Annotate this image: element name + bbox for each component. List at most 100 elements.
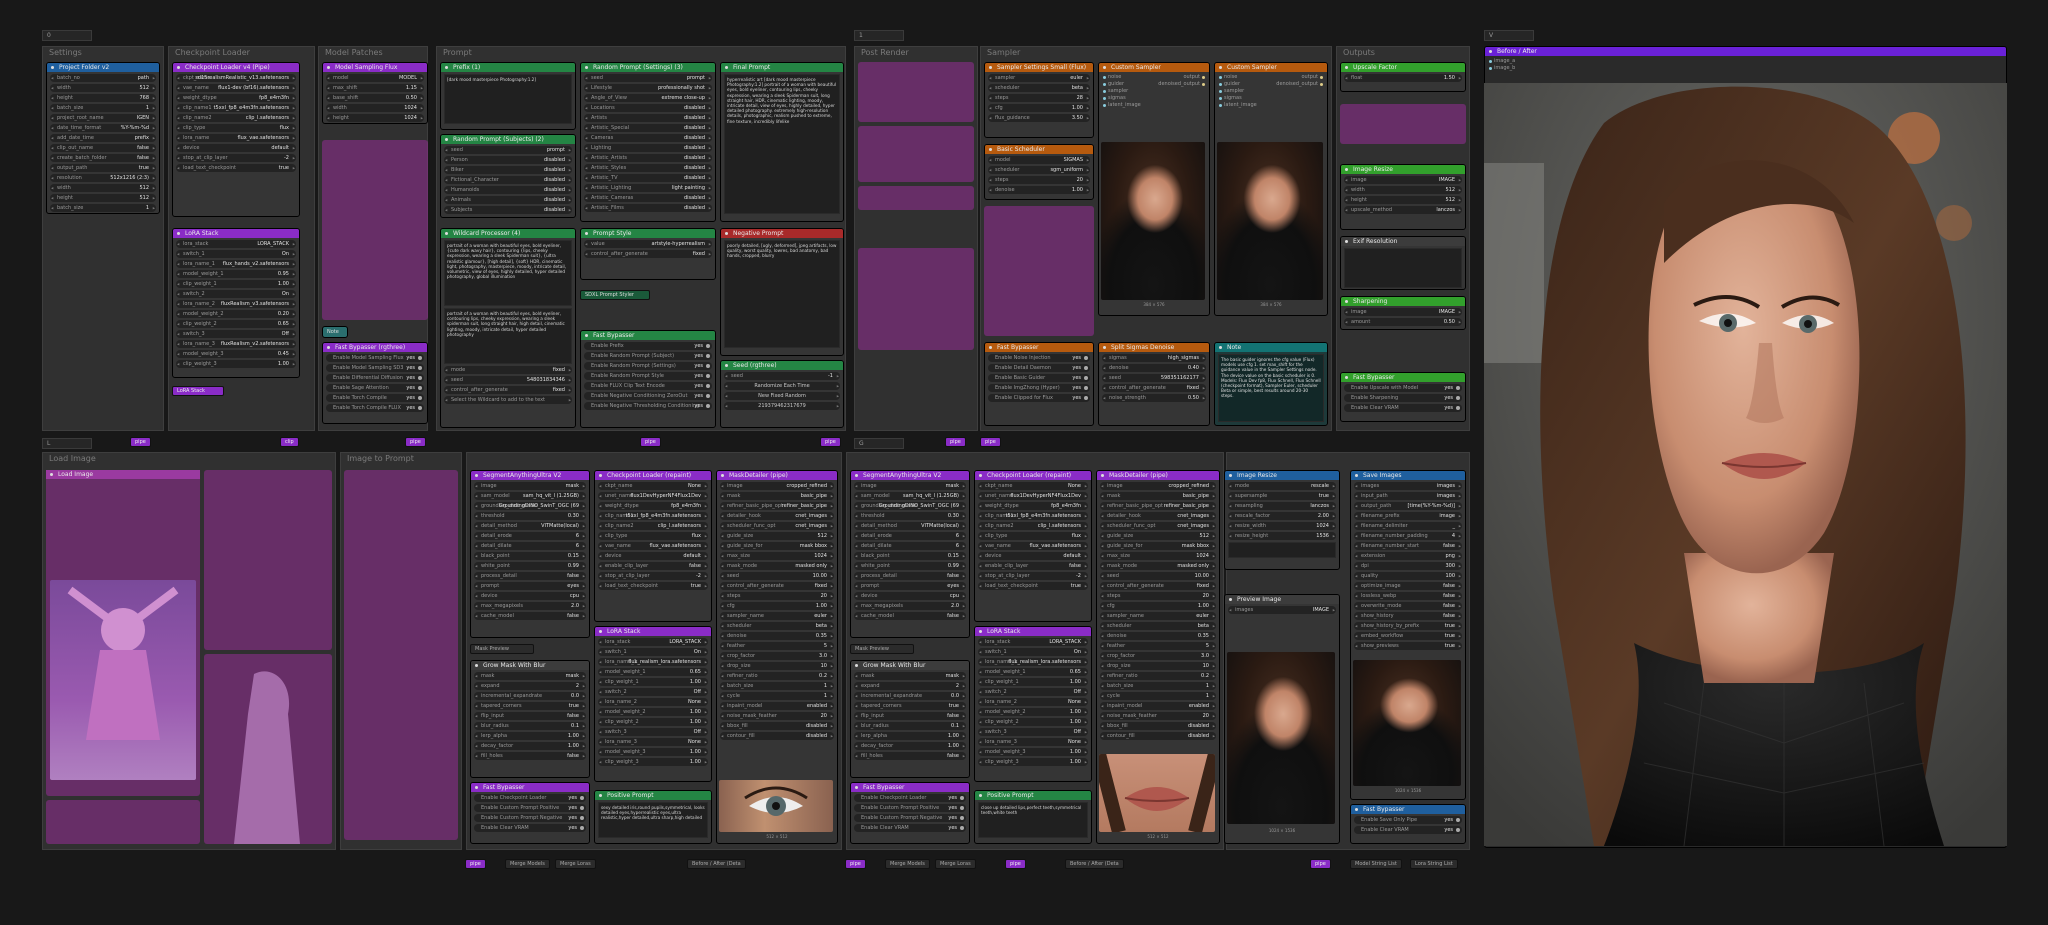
widget-row[interactable]: image IMAGE <box>1344 176 1462 184</box>
widget-row[interactable]: switch_2 Off <box>598 688 708 696</box>
widget-row[interactable]: show_history false <box>1354 612 1462 620</box>
toggle-row[interactable]: Enable Clear VRAM yes <box>854 824 966 832</box>
toggle-row[interactable]: Enable Model Sampling SD3 yes <box>326 364 424 372</box>
widget-row[interactable]: seed prompt <box>584 74 712 82</box>
widget-row[interactable]: model_weight_2 1.00 <box>598 708 708 716</box>
widget-row[interactable]: mask basic_pipe <box>1100 492 1216 500</box>
widget-row[interactable]: seed 598351162177 <box>1102 374 1206 382</box>
output-socket[interactable]: output <box>1184 74 1205 81</box>
random-prompt-subjects-node[interactable]: Random Prompt (Subjects) (2) seed prompt P… <box>440 134 576 218</box>
widget-row[interactable]: show_history_by_prefix true <box>1354 622 1462 630</box>
widget-row[interactable]: float 1.50 <box>1344 74 1462 82</box>
widget-row[interactable]: lora_name_2 None <box>978 698 1088 706</box>
widget-row[interactable]: Artists disabled <box>584 114 712 122</box>
widget-row[interactable]: scheduler beta <box>1100 622 1216 630</box>
positive-prompt-node-b[interactable]: Positive Prompt close up detailed lips,p… <box>974 790 1092 844</box>
widget-row[interactable]: quality 100 <box>1354 572 1462 580</box>
widget-row[interactable]: process_detail false <box>474 572 586 580</box>
sampler-preview-1[interactable] <box>1101 142 1205 300</box>
toggle-row[interactable]: Enable Custom Prompt Positive yes <box>474 804 586 812</box>
widget-row[interactable]: height 1024 <box>326 114 424 122</box>
negative-prompt-text[interactable]: poorly detailed, [ugly, deformed], jpeg … <box>724 240 840 348</box>
widget-row[interactable]: sampler euler <box>988 74 1090 82</box>
widget-row[interactable]: inpaint_model enabled <box>720 702 834 710</box>
toggle-row[interactable]: Enable Custom Prompt Negative yes <box>474 814 586 822</box>
fast-bypasser-patches[interactable]: Fast Bypasser (rgthree) Enable Model Sam… <box>322 342 428 424</box>
grow-mask-node-a[interactable]: Grow Mask With Blur mask mask expand 2 incre… <box>470 660 590 778</box>
widget-row[interactable]: resolution 512x1216 (2:3) <box>50 174 156 182</box>
input-socket[interactable]: sampler <box>1218 88 1244 95</box>
widget-row[interactable]: incremental_expandrate 0.0 <box>854 692 966 700</box>
widget-row[interactable]: decay_factor 1.00 <box>474 742 586 750</box>
mask-detailer-node-a[interactable]: MaskDetailer (pipe) image cropped_refined… <box>716 470 838 844</box>
widget-row[interactable]: Lighting disabled <box>584 144 712 152</box>
toggle-row[interactable]: Enable Random Prompt (Subject) yes <box>584 352 712 360</box>
widget-row[interactable]: max_size 1024 <box>1100 552 1216 560</box>
widget-row[interactable]: vae_name flux_vae.safetensors <box>978 542 1088 550</box>
fast-bypasser-sampler[interactable]: Fast Bypasser Enable Noise Injection yes E… <box>984 342 1094 426</box>
wildcard-processor-node[interactable]: Wildcard Processor (4) portrait of a wom… <box>440 228 576 428</box>
widget-row[interactable]: clip_name2 clip_l.safetensors <box>176 114 296 122</box>
loaded-image-preview[interactable] <box>50 580 196 780</box>
widget-row[interactable]: detail_dilate 6 <box>474 542 586 550</box>
widget-row[interactable]: Subjects disabled <box>444 206 572 214</box>
widget-row[interactable]: detail_method VITMatte(local) <box>854 522 966 530</box>
widget-row[interactable]: clip_weight_2 0.65 <box>176 320 296 328</box>
widget-row[interactable]: drop_size 10 <box>1100 662 1216 670</box>
output-socket[interactable]: denoised_output <box>1276 81 1323 88</box>
widget-row[interactable]: project_root_name IGEN <box>50 114 156 122</box>
widget-row[interactable]: output_path [time(%Y-%m-%d)] <box>1354 502 1462 510</box>
lora-stack-node-b[interactable]: LoRA Stack lora_stack LORA_STACK switch_1 O… <box>974 626 1092 782</box>
widget-row[interactable]: width 512 <box>50 84 156 92</box>
widget-row[interactable]: extension png <box>1354 552 1462 560</box>
widget-row[interactable]: scheduler_func_opt cnet_images <box>1100 522 1216 530</box>
model-sampling-flux-node[interactable]: Model Sampling Flux model MODEL max_shift 1… <box>322 62 428 124</box>
note-sampler-node[interactable]: Note The basic guider ignores the cfg va… <box>1214 342 1328 426</box>
widget-row[interactable]: vae_name flux1-dev (bf16).safetensors <box>176 84 296 92</box>
widget-row[interactable]: steps 20 <box>1100 592 1216 600</box>
widget-row[interactable]: switch_1 On <box>176 250 296 258</box>
widget-row[interactable]: lora_name_3 fluxRealism_v2.safetensors <box>176 340 296 348</box>
widget-row[interactable]: clip_weight_1 1.00 <box>176 280 296 288</box>
widget-row[interactable]: switch_3 Off <box>598 728 708 736</box>
widget-row[interactable]: crop_factor 3.0 <box>1100 652 1216 660</box>
widget-row[interactable]: stop_at_clip_layer -2 <box>978 572 1088 580</box>
widget-row[interactable]: refiner_basic_pipe_optrefiner_basic_pipe <box>1100 502 1216 510</box>
reroute-chip[interactable]: Merge Models <box>885 859 930 869</box>
widget-row[interactable]: batch_size 1 <box>50 104 156 112</box>
widget-row[interactable]: max_megapixels 2.0 <box>854 602 966 610</box>
detail-crop-eyes[interactable] <box>719 780 833 832</box>
widget-row[interactable]: mode fixed <box>444 366 572 374</box>
widget-row[interactable]: unet_nameflux1DevHyperNF4Flux1Dev <box>978 492 1088 500</box>
checkpoint-loader-node[interactable]: Checkpoint Loader v4 (Pipe) ckpt_namesd1… <box>172 62 300 217</box>
widget-row[interactable]: cfg 1.00 <box>720 602 834 610</box>
saved-image-preview[interactable] <box>1353 660 1461 786</box>
toggle-row[interactable]: Enable Sage Attention yes <box>326 384 424 392</box>
widget-row[interactable]: device default <box>978 552 1088 560</box>
widget-row[interactable]: lora_name_2 fluxRealism_v3.safetensors <box>176 300 296 308</box>
grow-mask-node-b[interactable]: Grow Mask With Blur mask mask expand 2 incre… <box>850 660 970 778</box>
widget-row[interactable]: feather 5 <box>720 642 834 650</box>
widget-row[interactable]: height 768 <box>50 94 156 102</box>
reroute-chip[interactable]: Before / After (Deta <box>1065 859 1124 869</box>
widget-row[interactable]: switch_1 On <box>978 648 1088 656</box>
widget-row[interactable]: black_point 0.15 <box>854 552 966 560</box>
widget-row[interactable]: control_after_generate fixed <box>1102 384 1206 392</box>
widget-row[interactable]: clip_name1t5xxl_fp8_e4m3fn.safetensors <box>176 104 296 112</box>
widget-row[interactable]: expand 2 <box>474 682 586 690</box>
input-socket[interactable]: sampler <box>1102 88 1128 95</box>
widget-row[interactable]: clip_type flux <box>598 532 708 540</box>
widget-row[interactable]: Angle_of_View extreme close-up <box>584 94 712 102</box>
project-folder-node[interactable]: Project Folder v2 batch_nopathwidth512he… <box>46 62 160 214</box>
widget-row[interactable]: model_weight_1 0.65 <box>598 668 708 676</box>
fast-bypasser-final[interactable]: Fast Bypasser Enable Save Only Pipe yes En… <box>1350 804 1466 844</box>
workspace-tab-v[interactable]: V <box>1484 30 1534 41</box>
widget-row[interactable]: Artistic_Films disabled <box>584 204 712 212</box>
widget-row[interactable]: sam_model sam_hq_vit_l (1.25GB) <box>474 492 586 500</box>
widget-row[interactable]: lora_name_1flux_realism_lora.safetensors <box>598 658 708 666</box>
widget-row[interactable]: clip_name1t5xxl_fp8_e4m3fn.safetensors <box>978 512 1088 520</box>
reroute-chip[interactable]: pipe <box>820 437 841 447</box>
positive-prompt-text-b[interactable]: close up detailed lips,perfect teeth,sym… <box>978 802 1088 838</box>
toggle-row[interactable]: Enable FLUX Clip Text Encode yes <box>584 382 712 390</box>
widget-row[interactable]: image cropped_refined <box>720 482 834 490</box>
